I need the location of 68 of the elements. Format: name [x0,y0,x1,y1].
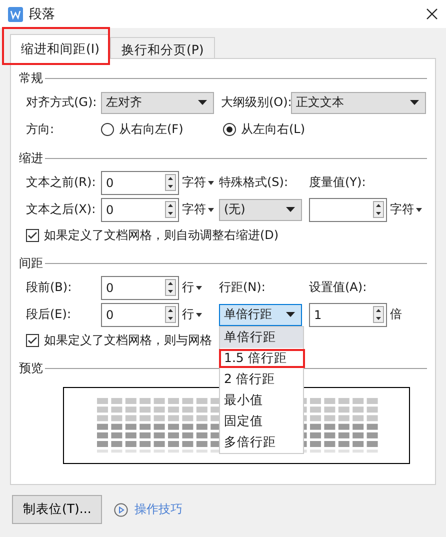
number-field[interactable]: 0 [101,170,179,194]
dropdown-option[interactable]: 单倍行距 [220,326,303,348]
number-field[interactable]: 0 [101,198,179,222]
dropdown-option[interactable]: 2 倍行距 [220,368,303,390]
dropdown-option[interactable]: 最小值 [220,390,303,410]
field-label: 度量值(Y): [309,174,366,191]
number-field[interactable]: 1 [309,302,387,326]
caret-icon [196,286,202,290]
tab[interactable]: 换行和分页(P) [110,37,215,58]
field-label: 大纲级别(O): [221,94,291,111]
dropdown-option[interactable]: 1.5 倍行距 [220,348,303,368]
checkbox-label: 如果定义了文档网格，则与网格 [44,332,212,349]
spinner-arrows-icon [165,306,176,323]
tab[interactable]: 缩进和间距(I) [10,34,110,59]
field-label: 段后(E): [26,306,72,323]
field-label: 方向: [26,121,56,138]
unit-label[interactable]: 行 [182,306,194,323]
radio-button[interactable] [101,123,114,136]
caret-icon [196,312,202,316]
field-label: 行距(N): [219,279,266,296]
spinner-arrows-icon [165,201,176,218]
field-label: 设置值(A): [309,279,367,296]
section-title: 常规 [19,70,43,86]
unit-label[interactable]: 字符 [390,201,414,218]
number-field[interactable]: 0 [101,276,179,300]
caret-icon [416,208,422,212]
tabs-button[interactable]: 制表位(T)... [12,495,102,524]
caret-icon [198,100,207,105]
dropdown-option[interactable]: 多倍行距 [220,432,303,452]
caret-icon [286,312,295,317]
app-icon [8,6,23,22]
number-field[interactable] [309,198,387,222]
spinner-arrows-icon [165,279,176,296]
radio-label: 从右向左(F) [119,121,184,138]
tips-link[interactable]: 操作技巧 [134,501,182,518]
close-icon[interactable] [426,8,438,20]
dropdown[interactable]: (无) [219,198,302,220]
spinner-arrows-icon [165,174,176,191]
unit-label[interactable]: 行 [182,279,194,296]
dropdown-option[interactable]: 固定值 [220,410,303,432]
field-label: 特殊格式(S): [219,174,290,191]
spinner-arrows-icon [373,201,384,218]
field-label: 对齐方式(G): [26,94,98,111]
checkbox-label: 如果定义了文档网格，则自动调整右缩进(D) [44,227,279,244]
caret-icon [208,180,214,184]
field-label: 文本之后(X): [26,201,97,218]
caret-icon [286,207,295,212]
radio-label: 从左向右(L) [241,121,306,138]
radio-button[interactable] [223,123,236,136]
checkbox[interactable] [26,334,39,347]
dropdown[interactable]: 左对齐 [101,92,214,114]
field-label: 文本之前(R): [26,174,97,191]
section-title: 间距 [19,254,43,272]
dropdown[interactable]: 单倍行距 [219,304,302,326]
section-title: 预览 [19,360,43,376]
play-icon [114,502,128,516]
field-label: 段前(B): [26,279,73,296]
unit-label[interactable]: 字符 [182,174,206,191]
unit-label[interactable]: 字符 [182,201,206,218]
checkbox[interactable] [26,229,39,242]
spinner-arrows-icon [373,306,384,323]
dropdown[interactable]: 正文文本 [291,92,426,114]
window-title: 段落 [29,6,56,23]
caret-icon [208,208,214,212]
unit-label: 倍 [390,306,402,323]
caret-icon [410,100,419,105]
number-field[interactable]: 0 [101,302,179,326]
section-title: 缩进 [19,150,43,166]
